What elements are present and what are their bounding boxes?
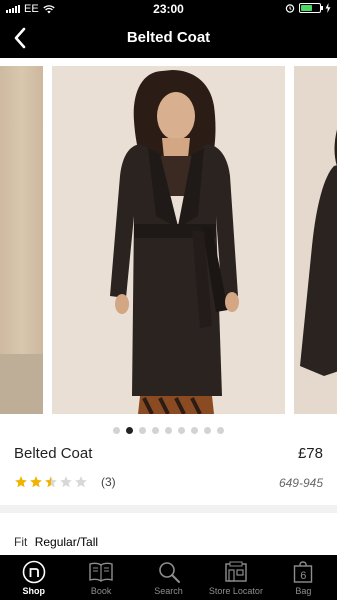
carousel-dot[interactable] bbox=[152, 427, 159, 434]
page-title: Belted Coat bbox=[126, 29, 211, 46]
product-image-carousel[interactable] bbox=[0, 58, 337, 420]
model-wearing-coat-image bbox=[52, 66, 285, 414]
star-icon bbox=[45, 476, 57, 488]
carousel-dot[interactable] bbox=[165, 427, 172, 434]
tab-label-store-locator: Store Locator bbox=[208, 586, 263, 596]
carousel-dot[interactable] bbox=[191, 427, 198, 434]
shop-logo-icon bbox=[21, 560, 47, 584]
store-locator-icon bbox=[223, 560, 249, 584]
fit-selector[interactable]: Fit Regular/Tall bbox=[14, 535, 98, 549]
navigation-bar: Belted Coat bbox=[0, 18, 337, 58]
battery-level bbox=[301, 5, 312, 11]
tab-bar: Shop Book Search Store Locator 6 Bag bbox=[0, 555, 337, 600]
bag-icon: 6 bbox=[290, 560, 316, 584]
carousel-dot[interactable] bbox=[217, 427, 224, 434]
product-price: £78 bbox=[297, 445, 323, 462]
product-code: 649-945 bbox=[278, 476, 323, 490]
tab-label-shop: Shop bbox=[22, 586, 45, 596]
tab-label-bag: Bag bbox=[295, 586, 312, 596]
product-name: Belted Coat bbox=[14, 445, 93, 462]
review-count: (3) bbox=[101, 475, 116, 489]
tab-label-book: Book bbox=[90, 586, 112, 596]
section-divider bbox=[0, 505, 337, 513]
next-product-image[interactable] bbox=[294, 66, 337, 414]
status-right bbox=[285, 3, 331, 13]
carousel-dot[interactable] bbox=[113, 427, 120, 434]
tab-label-search: Search bbox=[154, 586, 183, 596]
carousel-page-indicator[interactable] bbox=[0, 427, 337, 434]
tab-search[interactable]: Search bbox=[135, 555, 202, 600]
product-rating[interactable]: (3) bbox=[14, 475, 116, 489]
star-icon bbox=[60, 476, 72, 488]
search-icon bbox=[156, 560, 182, 584]
status-bar: EE 23:00 bbox=[0, 0, 337, 18]
alarm-icon bbox=[285, 4, 295, 13]
battery-icon bbox=[299, 3, 323, 13]
carousel-dot[interactable] bbox=[126, 427, 133, 434]
star-icon bbox=[30, 476, 42, 488]
carousel-dot[interactable] bbox=[178, 427, 185, 434]
tab-store-locator[interactable]: Store Locator bbox=[202, 555, 269, 600]
fit-label: Fit bbox=[14, 535, 28, 549]
previous-product-image[interactable] bbox=[0, 66, 43, 414]
star-icon bbox=[15, 476, 27, 488]
carousel-dot[interactable] bbox=[139, 427, 146, 434]
star-icon bbox=[75, 476, 87, 488]
tab-shop[interactable]: Shop bbox=[0, 555, 67, 600]
book-icon bbox=[88, 560, 114, 584]
tab-bag[interactable]: 6 Bag bbox=[270, 555, 337, 600]
tab-book[interactable]: Book bbox=[67, 555, 134, 600]
bag-count-badge: 6 bbox=[300, 570, 307, 582]
charging-icon bbox=[325, 3, 331, 13]
rating-stars bbox=[14, 475, 89, 489]
fit-value: Regular/Tall bbox=[34, 535, 99, 549]
product-image[interactable] bbox=[52, 66, 285, 414]
carousel-dot[interactable] bbox=[204, 427, 211, 434]
